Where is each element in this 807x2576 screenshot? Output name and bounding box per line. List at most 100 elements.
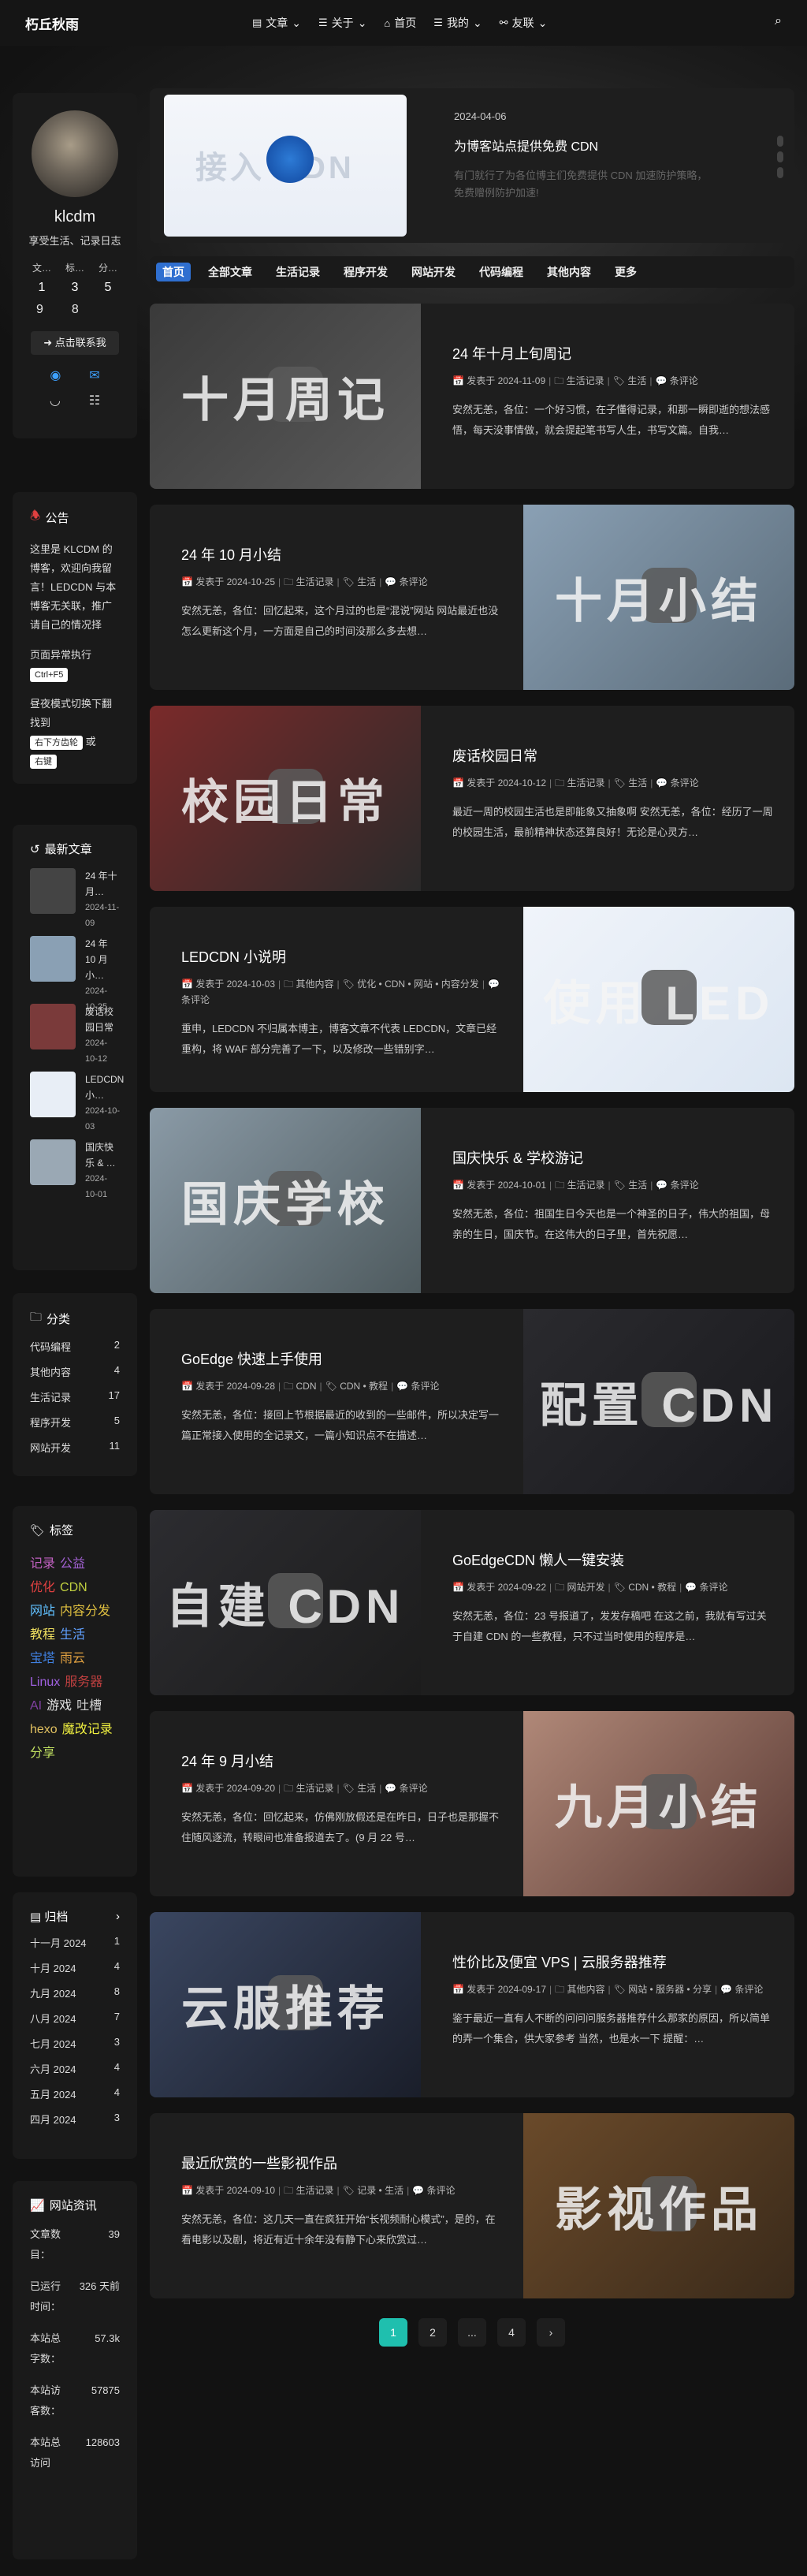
post-title[interactable]: 最近欣赏的一些影视作品 bbox=[181, 2153, 504, 2173]
post-comments[interactable]: 条评论 bbox=[400, 1783, 428, 1794]
post-category[interactable]: 生活记录 bbox=[567, 375, 604, 386]
post-cover-image[interactable]: 影视作品 bbox=[523, 2113, 794, 2298]
page-button[interactable]: 1 bbox=[379, 2318, 407, 2347]
post-tags[interactable]: 生活 bbox=[357, 576, 376, 587]
post-tags[interactable]: 生活 bbox=[628, 1180, 647, 1191]
tag-link[interactable]: 记录 bbox=[30, 1553, 55, 1576]
post-card[interactable]: 校园日常 废话校园日常 📅 发表于 2024-10-12 | 🗀 生活记录 | 🏷 生活 | 💬… bbox=[150, 706, 794, 891]
tag-link[interactable]: 魔改记录 bbox=[62, 1718, 113, 1742]
post-comments[interactable]: 条评论 bbox=[400, 576, 428, 587]
post-tags[interactable]: CDN • 教程 bbox=[628, 1582, 676, 1593]
category-tab[interactable]: 全部文章 bbox=[202, 263, 258, 281]
tag-link[interactable]: 内容分发 bbox=[60, 1600, 110, 1624]
post-category[interactable]: 生活记录 bbox=[296, 1783, 333, 1794]
post-comments[interactable]: 条评论 bbox=[734, 1984, 763, 1995]
post-comments[interactable]: 条评论 bbox=[426, 2185, 455, 2196]
post-comments[interactable]: 条评论 bbox=[411, 1381, 439, 1392]
post-comments[interactable]: 条评论 bbox=[670, 375, 698, 386]
post-cover-image[interactable]: 国庆学校 bbox=[150, 1108, 421, 1293]
archive-item[interactable]: 九月 2024 8 bbox=[30, 1985, 120, 2000]
recent-post-title[interactable]: LEDCDN 小… bbox=[85, 1072, 124, 1103]
post-comments[interactable]: 条评论 bbox=[181, 994, 210, 1005]
post-comments[interactable]: 条评论 bbox=[671, 1180, 699, 1191]
tag-link[interactable]: Linux bbox=[30, 1671, 60, 1694]
recent-post-thumbnail[interactable] bbox=[30, 1004, 76, 1049]
category-tab[interactable]: 网站开发 bbox=[405, 263, 462, 281]
recent-post-item[interactable]: 24 年十月… 2024-11-09 bbox=[30, 868, 120, 928]
post-title[interactable]: GoEdge 快速上手使用 bbox=[181, 1348, 504, 1369]
recent-post-thumbnail[interactable] bbox=[30, 1139, 76, 1185]
tag-link[interactable]: 分享 bbox=[30, 1742, 55, 1765]
page-button[interactable]: 4 bbox=[497, 2318, 526, 2347]
post-tags[interactable]: 网站 • 服务器 • 分享 bbox=[628, 1984, 712, 1995]
post-card[interactable]: 影视作品 最近欣赏的一些影视作品 📅 发表于 2024-09-10 | 🗀 生活记录 | 🏷… bbox=[150, 2113, 794, 2298]
category-item[interactable]: 网站开发 11 bbox=[30, 1440, 120, 1455]
tag-link[interactable]: AI bbox=[30, 1694, 42, 1718]
category-tab[interactable]: 更多 bbox=[608, 263, 643, 281]
post-title[interactable]: LEDCDN 小说明 bbox=[181, 946, 504, 967]
rss-icon[interactable]: ◡ bbox=[50, 393, 61, 408]
category-tab[interactable]: 代码编程 bbox=[473, 263, 530, 281]
archive-item[interactable]: 四月 2024 3 bbox=[30, 2112, 120, 2127]
post-cover-image[interactable]: 自建 CDN bbox=[150, 1510, 421, 1695]
recent-post-item[interactable]: 国庆快乐 & … 2024-10-01 bbox=[30, 1139, 120, 1199]
post-cover-image[interactable]: 配置 CDN bbox=[523, 1309, 794, 1494]
search-icon[interactable]: ⌕ bbox=[775, 14, 782, 28]
post-card[interactable]: 使用 LED LEDCDN 小说明 📅 发表于 2024-10-03 | 🗀 其他内容 |… bbox=[150, 907, 794, 1092]
category-item[interactable]: 其他内容 4 bbox=[30, 1364, 120, 1379]
recent-post-item[interactable]: 废话校园日常 2024-10-12 bbox=[30, 1004, 120, 1064]
nav-item-mine[interactable]: ☰ 我的 ⌄ bbox=[433, 15, 482, 31]
contact-me-button[interactable]: ➜ 点击联系我 bbox=[31, 331, 119, 355]
nav-item-articles[interactable]: ▤ 文章 ⌄ bbox=[252, 15, 301, 31]
post-tags[interactable]: 优化 • CDN • 网站 • 内容分发 bbox=[357, 979, 479, 990]
category-item[interactable]: 程序开发 5 bbox=[30, 1415, 120, 1430]
post-cover-image[interactable]: 十月周记 bbox=[150, 304, 421, 489]
post-cover-image[interactable]: 九月小结 bbox=[523, 1711, 794, 1896]
archive-item[interactable]: 六月 2024 4 bbox=[30, 2061, 120, 2076]
recent-post-thumbnail[interactable] bbox=[30, 868, 76, 914]
post-title[interactable]: 性价比及便宜 VPS | 云服务器推荐 bbox=[452, 1952, 775, 1972]
nav-item-about[interactable]: ☰ 关于 ⌄ bbox=[318, 15, 366, 31]
avatar[interactable] bbox=[32, 110, 118, 197]
tag-link[interactable]: 网站 bbox=[30, 1600, 55, 1624]
post-card[interactable]: 自建 CDN GoEdgeCDN 懒人一键安装 📅 发表于 2024-09-22 | 🗀… bbox=[150, 1510, 794, 1695]
archive-item[interactable]: 八月 2024 7 bbox=[30, 2011, 120, 2026]
category-item[interactable]: 代码编程 2 bbox=[30, 1339, 120, 1354]
post-card[interactable]: 九月小结 24 年 9 月小结 📅 发表于 2024-09-20 | 🗀 生活记录 | 🏷 … bbox=[150, 1711, 794, 1896]
post-tags[interactable]: 生活 bbox=[628, 777, 647, 788]
category-tab[interactable]: 其他内容 bbox=[541, 263, 597, 281]
page-button[interactable]: ... bbox=[458, 2318, 486, 2347]
site-logo[interactable]: 朽丘秋雨 bbox=[25, 13, 79, 33]
post-comments[interactable]: 条评论 bbox=[671, 777, 699, 788]
chevron-right-icon[interactable]: › bbox=[116, 1910, 120, 1923]
post-title[interactable]: 国庆快乐 & 学校游记 bbox=[452, 1147, 775, 1168]
archive-item[interactable]: 七月 2024 3 bbox=[30, 2036, 120, 2051]
archive-item[interactable]: 五月 2024 4 bbox=[30, 2086, 120, 2101]
post-title[interactable]: 24 年 10 月小结 bbox=[181, 544, 504, 565]
post-tags[interactable]: 生活 bbox=[627, 375, 646, 386]
post-tags[interactable]: 记录 • 生活 bbox=[357, 2185, 404, 2196]
post-cover-image[interactable]: 校园日常 bbox=[150, 706, 421, 891]
post-comments[interactable]: 条评论 bbox=[699, 1582, 727, 1593]
recent-post-item[interactable]: LEDCDN 小… 2024-10-03 bbox=[30, 1072, 124, 1131]
post-cover-image[interactable]: 使用 LED bbox=[523, 907, 794, 1092]
post-card[interactable]: 配置 CDN GoEdge 快速上手使用 📅 发表于 2024-09-28 | 🗀 CD… bbox=[150, 1309, 794, 1494]
post-title[interactable]: 24 年十月上旬周记 bbox=[452, 343, 775, 363]
post-category[interactable]: 生活记录 bbox=[296, 2185, 333, 2196]
stat-tags[interactable]: 标… 3 bbox=[59, 261, 91, 295]
featured-title[interactable]: 为博客站点提供免费 CDN bbox=[454, 136, 598, 155]
archive-item[interactable]: 十一月 2024 1 bbox=[30, 1935, 120, 1950]
tag-link[interactable]: hexo bbox=[30, 1718, 58, 1742]
post-category[interactable]: 网站开发 bbox=[567, 1582, 604, 1593]
post-card[interactable]: 国庆学校 国庆快乐 & 学校游记 📅 发表于 2024-10-01 | 🗀 生活记录 | 🏷… bbox=[150, 1108, 794, 1293]
post-category[interactable]: 生活记录 bbox=[567, 1180, 604, 1191]
post-title[interactable]: 废话校园日常 bbox=[452, 745, 775, 766]
post-cover-image[interactable]: 云服推荐 bbox=[150, 1912, 421, 2097]
post-category[interactable]: 其他内容 bbox=[296, 979, 333, 990]
featured-post[interactable]: 接入 CDN 2024-04-06 为博客站点提供免费 CDN 有门就行了为各位… bbox=[150, 88, 794, 243]
recent-post-item[interactable]: 24 年 10 月小… 2024-10-25 bbox=[30, 936, 120, 1012]
tag-link[interactable]: 游戏 bbox=[46, 1694, 72, 1718]
github-icon[interactable]: ◉ bbox=[50, 367, 61, 383]
recent-post-title[interactable]: 废话校园日常 bbox=[85, 1004, 120, 1035]
tag-link[interactable]: CDN bbox=[60, 1576, 87, 1600]
